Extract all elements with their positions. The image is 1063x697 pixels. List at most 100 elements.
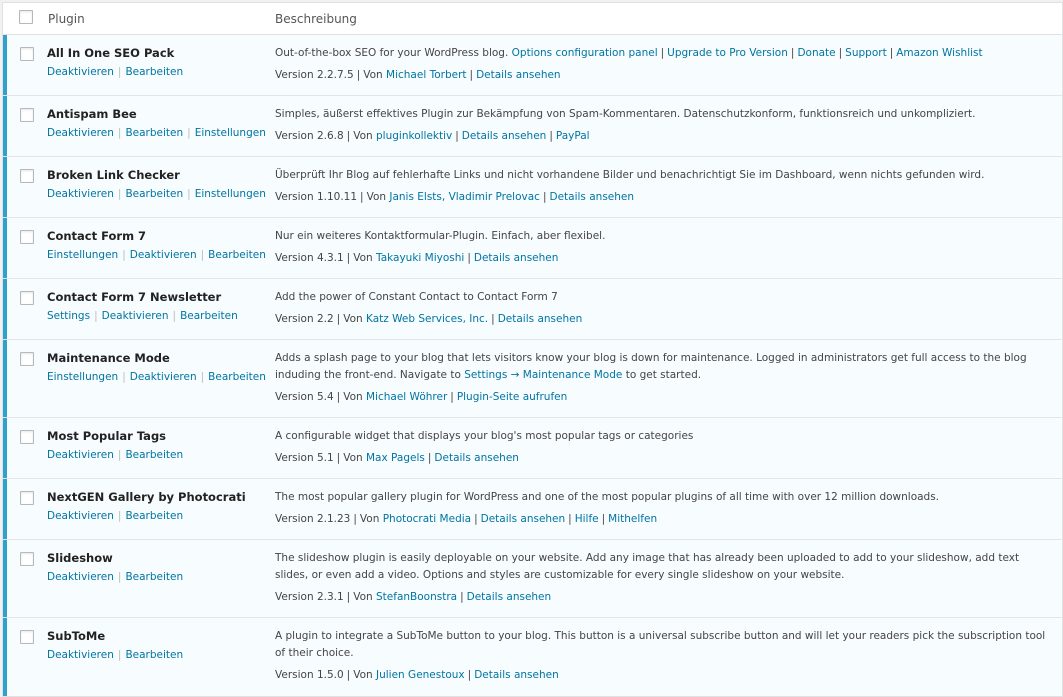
- edit-link[interactable]: Bearbeiten: [208, 249, 266, 261]
- plugin-checkbox[interactable]: [20, 352, 34, 366]
- deactivate-link[interactable]: Deaktivieren: [47, 66, 114, 78]
- plugin-description: A configurable widget that displays your…: [275, 430, 694, 442]
- table-header: Plugin Beschreibung: [3, 3, 1062, 35]
- details-link[interactable]: Details ansehen: [467, 591, 552, 603]
- plugin-description: Überprüft Ihr Blog auf fehlerhafte Links…: [275, 169, 985, 181]
- settings-link[interactable]: Einstellungen: [47, 371, 118, 383]
- plugin-meta: Version 2.6.8 | Von pluginkollektiv | Detail…: [275, 130, 590, 142]
- plugin-page-link[interactable]: Plugin-Seite aufrufen: [457, 391, 567, 403]
- plugin-checkbox[interactable]: [20, 552, 34, 566]
- amazon-wishlist-link[interactable]: Amazon Wishlist: [896, 47, 982, 59]
- settings-link[interactable]: Einstellungen: [195, 127, 266, 139]
- author-link[interactable]: Janis Elsts, Vladimir Prelovac: [389, 191, 540, 203]
- donate-link[interactable]: Donate: [797, 47, 835, 59]
- plugin-checkbox[interactable]: [20, 108, 34, 122]
- plugin-checkbox[interactable]: [20, 430, 34, 444]
- plugin-checkbox[interactable]: [20, 291, 34, 305]
- by-label: Von: [359, 513, 380, 525]
- plugin-row: NextGEN Gallery by Photocrati Deaktivier…: [3, 479, 1062, 540]
- plugin-meta: Version 1.10.11 | Von Janis Elsts, Vladimi…: [275, 191, 635, 203]
- plugin-name: Most Popular Tags: [47, 429, 167, 443]
- by-label: Von: [353, 252, 373, 264]
- plugin-description: Adds a splash page to your blog that let…: [275, 350, 1055, 384]
- details-link[interactable]: Details ansehen: [476, 69, 561, 81]
- details-link[interactable]: Details ansehen: [550, 191, 635, 203]
- description-text: Out-of-the-box SEO for your WordPress bl…: [275, 47, 509, 59]
- plugin-meta: Version 5.1 | Von Max Pagels | Details anseh…: [275, 452, 519, 464]
- author-link[interactable]: Photocrati Media: [383, 513, 471, 525]
- deactivate-link[interactable]: Deaktivieren: [47, 510, 114, 522]
- options-panel-link[interactable]: Options configuration panel: [512, 47, 658, 59]
- plugin-actions: Deaktivieren | Bearbeiten: [47, 449, 184, 461]
- by-label: Von: [343, 391, 363, 403]
- support-link[interactable]: Support: [845, 47, 887, 59]
- settings-link[interactable]: Einstellungen: [195, 188, 266, 200]
- author-link[interactable]: pluginkollektiv: [376, 130, 452, 142]
- edit-link[interactable]: Bearbeiten: [125, 127, 183, 139]
- details-link[interactable]: Details ansehen: [462, 130, 547, 142]
- plugin-actions: Deaktivieren | Bearbeiten: [47, 649, 184, 661]
- upgrade-pro-link[interactable]: Upgrade to Pro Version: [667, 47, 788, 59]
- deactivate-link[interactable]: Deaktivieren: [47, 127, 114, 139]
- author-link[interactable]: Michael Wöhrer: [366, 391, 447, 403]
- help-link[interactable]: Hilfe: [575, 513, 599, 525]
- edit-link[interactable]: Bearbeiten: [125, 571, 183, 583]
- plugin-row: All In One SEO Pack Deaktivieren | Bearbei…: [3, 35, 1062, 96]
- details-link[interactable]: Details ansehen: [474, 252, 559, 264]
- deactivate-link[interactable]: Deaktivieren: [102, 310, 169, 322]
- deactivate-link[interactable]: Deaktivieren: [47, 449, 114, 461]
- plugin-name: Antispam Bee: [47, 107, 137, 121]
- details-link[interactable]: Details ansehen: [498, 313, 583, 325]
- edit-link[interactable]: Bearbeiten: [125, 188, 183, 200]
- select-all-checkbox[interactable]: [19, 10, 33, 24]
- author-link[interactable]: Michael Torbert: [386, 69, 466, 81]
- plugin-actions: Deaktivieren | Bearbeiten: [47, 66, 184, 78]
- version: Version 5.4: [275, 391, 334, 403]
- edit-link[interactable]: Bearbeiten: [208, 371, 266, 383]
- paypal-link[interactable]: PayPal: [556, 130, 590, 142]
- plugin-checkbox[interactable]: [20, 230, 34, 244]
- plugin-description: The most popular gallery plugin for Word…: [275, 491, 940, 503]
- plugin-name: SubToMe: [47, 629, 106, 643]
- author-link[interactable]: Max Pagels: [366, 452, 425, 464]
- plugin-meta: Version 4.3.1 | Von Takayuki Miyoshi | Detai…: [275, 252, 559, 264]
- settings-maintenance-link[interactable]: Settings → Maintenance Mode: [464, 369, 622, 381]
- plugin-checkbox[interactable]: [20, 491, 34, 505]
- edit-link[interactable]: Bearbeiten: [125, 510, 183, 522]
- version: Version 4.3.1: [275, 252, 344, 264]
- plugin-row: Antispam Bee Deaktivieren | Bearbeiten | Ein…: [3, 96, 1062, 157]
- edit-link[interactable]: Bearbeiten: [125, 449, 183, 461]
- plugin-checkbox[interactable]: [20, 47, 34, 61]
- by-label: Von: [363, 69, 383, 81]
- details-link[interactable]: Details ansehen: [481, 513, 566, 525]
- author-link[interactable]: Katz Web Services, Inc.: [366, 313, 488, 325]
- plugin-checkbox[interactable]: [20, 630, 34, 644]
- author-link[interactable]: StefanBoonstra: [376, 591, 457, 603]
- by-label: Von: [353, 591, 373, 603]
- edit-link[interactable]: Bearbeiten: [125, 66, 183, 78]
- settings-link[interactable]: Settings: [47, 310, 90, 322]
- contribute-link[interactable]: Mithelfen: [608, 513, 657, 525]
- edit-link[interactable]: Bearbeiten: [125, 649, 183, 661]
- deactivate-link[interactable]: Deaktivieren: [47, 188, 114, 200]
- deactivate-link[interactable]: Deaktivieren: [47, 649, 114, 661]
- plugin-name: NextGEN Gallery by Photocrati: [47, 490, 246, 504]
- deactivate-link[interactable]: Deaktivieren: [47, 571, 114, 583]
- column-header-plugin[interactable]: Plugin: [48, 12, 85, 26]
- details-link[interactable]: Details ansehen: [474, 669, 559, 681]
- deactivate-link[interactable]: Deaktivieren: [130, 249, 197, 261]
- plugin-checkbox[interactable]: [20, 169, 34, 183]
- plugin-name: All In One SEO Pack: [47, 46, 175, 60]
- settings-link[interactable]: Einstellungen: [47, 249, 118, 261]
- plugin-description: Nur ein weiteres Kontaktformular-Plugin.…: [275, 230, 606, 242]
- plugin-description: The slideshow plugin is easily deployabl…: [275, 552, 1020, 581]
- by-label: Von: [343, 313, 363, 325]
- column-header-description: Beschreibung: [275, 12, 357, 26]
- deactivate-link[interactable]: Deaktivieren: [130, 371, 197, 383]
- details-link[interactable]: Details ansehen: [434, 452, 519, 464]
- plugin-row: SubToMe Deaktivieren | Bearbeiten A plugin…: [3, 618, 1062, 696]
- author-link[interactable]: Takayuki Miyoshi: [376, 252, 464, 264]
- author-link[interactable]: Julien Genestoux: [376, 669, 465, 681]
- edit-link[interactable]: Bearbeiten: [180, 310, 238, 322]
- plugin-name: Slideshow: [47, 551, 113, 565]
